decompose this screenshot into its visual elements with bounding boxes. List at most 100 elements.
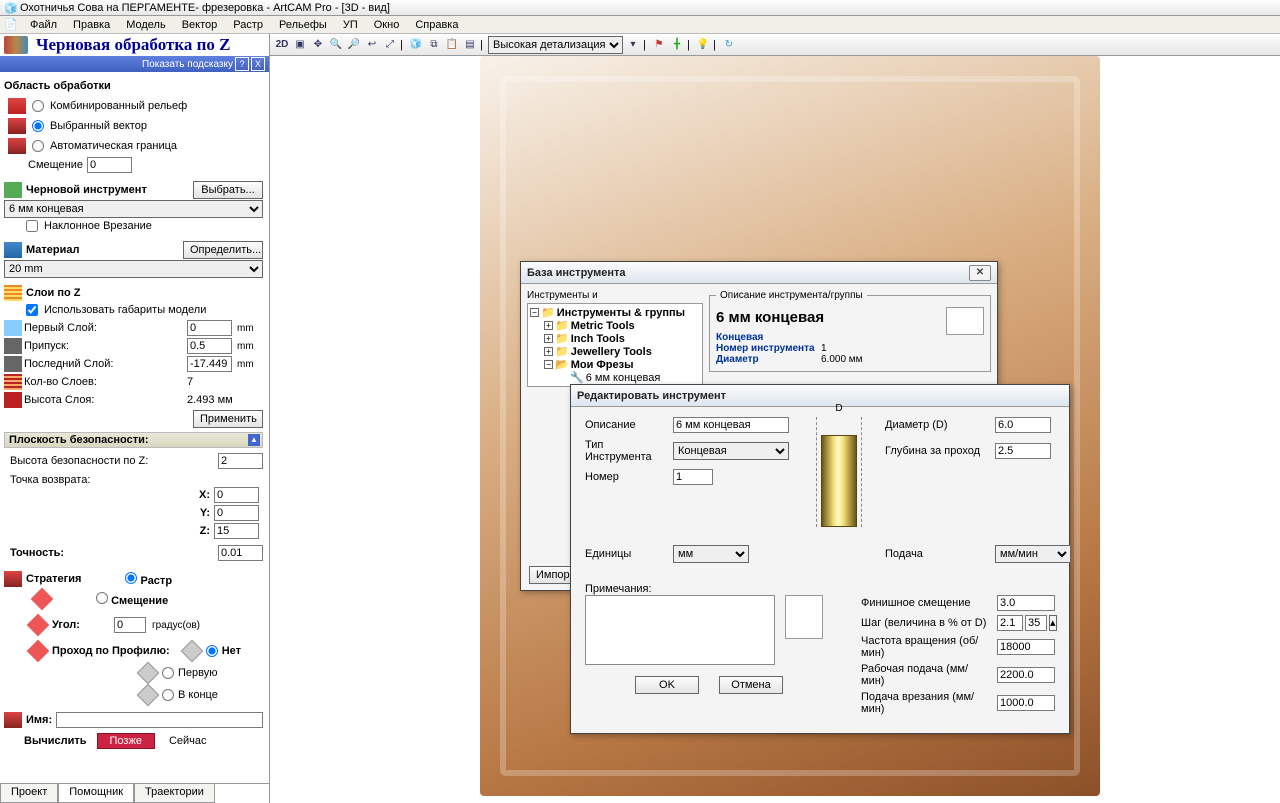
close-panel-icon[interactable]: X [251,57,265,71]
menu-file[interactable]: Файл [22,18,65,32]
profile-first-radio[interactable] [162,667,174,679]
first-layer-icon [4,320,22,336]
menu-help[interactable]: Справка [407,18,466,32]
tab-project[interactable]: Проект [0,784,58,803]
collapse-up-icon[interactable]: ▲ [248,434,260,446]
menu-toolpaths[interactable]: УП [335,18,366,32]
menu-model[interactable]: Модель [118,18,173,32]
hint-bar[interactable]: Показать подсказку ? X [0,56,269,72]
home-x-input[interactable] [214,487,259,503]
menubar: 📄 Файл Правка Модель Вектор Растр Рельеф… [0,16,1280,34]
menu-window[interactable]: Окно [366,18,408,32]
red-flag-icon[interactable]: ⚑ [651,37,667,53]
tolerance-input[interactable] [218,545,263,561]
axes-icon[interactable]: ╋ [669,37,685,53]
profile-last-radio[interactable] [162,689,174,701]
define-material-button[interactable]: Определить... [183,241,263,259]
allowance-input[interactable] [187,338,232,354]
use-bounds-check[interactable] [26,304,38,316]
3d-view[interactable]: База инструмента✕ Инструменты и −📁 Инстр… [270,56,1280,803]
books-icon [4,36,28,54]
paste-icon[interactable]: 📋 [444,37,460,53]
ramp-check[interactable] [26,220,38,232]
last-layer-icon [4,356,22,372]
stepover-mm-input[interactable] [997,615,1023,631]
tab-toolpaths[interactable]: Траектории [134,784,215,803]
apply-button[interactable]: Применить [193,410,263,428]
selected-vector-radio[interactable] [32,120,44,132]
close-icon[interactable]: ✕ [969,265,991,281]
layers-toggle-icon[interactable]: ▤ [462,37,478,53]
profile-none-radio[interactable] [206,645,218,657]
tree-minus-icon[interactable]: − [530,308,539,317]
vector-icon [8,118,26,134]
units-select[interactable]: мм [673,545,749,563]
feed-rate-input[interactable] [997,667,1055,683]
zoom-in-icon[interactable]: 🔍 [328,37,344,53]
tree-leaf-selected[interactable]: 🔧 6 мм концевая [530,371,700,384]
ok-button[interactable]: OK [635,676,699,694]
safety-section[interactable]: Плоскость безопасности:▲ [4,432,263,448]
plunge-rate-input[interactable] [997,695,1055,711]
offset-input[interactable] [87,157,132,173]
offset-strategy-radio[interactable] [96,592,108,604]
zoom-prev-icon[interactable]: ↩ [364,37,380,53]
menu-edit[interactable]: Правка [65,18,118,32]
material-icon [4,242,22,258]
profile-first-icon [137,662,160,685]
home-z-input[interactable] [214,523,259,539]
panel-title: Черновая обработка по Z [36,35,231,55]
detail-select[interactable]: Высокая детализация [488,36,623,54]
tool-desc-input[interactable] [673,417,789,433]
bulb-icon[interactable]: 💡 [695,37,711,53]
edit-tool-dialog: Редактировать инструмент Описание D Диам… [570,384,1070,734]
copy-icon[interactable]: ⧉ [426,37,442,53]
stepdown-input[interactable] [995,443,1051,459]
refresh-icon[interactable]: ↻ [721,37,737,53]
home-y-input[interactable] [214,505,259,521]
tab-assistant[interactable]: Помощник [58,784,134,803]
last-layer-input[interactable] [187,356,232,372]
material-select[interactable]: 20 mm [4,260,263,278]
diameter-input[interactable] [995,417,1051,433]
tool-type-select[interactable]: Концевая [673,442,789,460]
view-toolbar: 2D ▣ ✥ 🔍 🔎 ↩ ⤢ | 🧊 ⧉ 📋 ▤ | Высокая детал… [270,34,1280,56]
tool-select[interactable]: 6 мм концевая [4,200,263,218]
strategy-icon [4,571,22,587]
tool-tree[interactable]: −📁 Инструменты & группы +📁 Metric Tools … [527,303,703,387]
left-panel: Черновая обработка по Z Показать подсказ… [0,34,270,803]
help-icon[interactable]: ? [235,57,249,71]
zoom-out-icon[interactable]: 🔎 [346,37,362,53]
raster-radio[interactable] [125,572,137,584]
feed-units-select[interactable]: мм/мин [995,545,1071,563]
spindle-input[interactable] [997,639,1055,655]
chevron-down-icon[interactable]: ▾ [625,37,641,53]
stepover-pct-input[interactable] [1025,615,1047,631]
combined-relief-radio[interactable] [32,100,44,112]
first-layer-input[interactable] [187,320,232,336]
tree-plus-icon[interactable]: + [544,321,553,330]
safe-z-input[interactable] [218,453,263,469]
toolpath-name-input[interactable] [56,712,263,728]
finish-offset-input[interactable] [997,595,1055,611]
menu-raster[interactable]: Растр [225,18,271,32]
notes-textarea[interactable] [585,595,775,665]
auto-boundary-radio[interactable] [32,140,44,152]
layer-height-icon [4,392,22,408]
2d-view-button[interactable]: 2D [274,37,290,53]
menu-reliefs[interactable]: Рельефы [271,18,335,32]
app-icon: 🧊 [4,2,16,14]
pan-icon[interactable]: ✥ [310,37,326,53]
fit-icon[interactable]: ▣ [292,37,308,53]
zoom-all-icon[interactable]: ⤢ [382,37,398,53]
select-tool-button[interactable]: Выбрать... [193,181,263,199]
name-icon [4,712,22,728]
tool-diagram: D [816,417,862,527]
later-button[interactable]: Позже [97,733,155,749]
menu-vector[interactable]: Вектор [174,18,226,32]
cube-icon[interactable]: 🧊 [408,37,424,53]
stepper-icon[interactable]: ▴ [1049,615,1057,631]
tool-number-input[interactable] [673,469,713,485]
angle-input[interactable] [114,617,146,633]
cancel-button[interactable]: Отмена [719,676,783,694]
